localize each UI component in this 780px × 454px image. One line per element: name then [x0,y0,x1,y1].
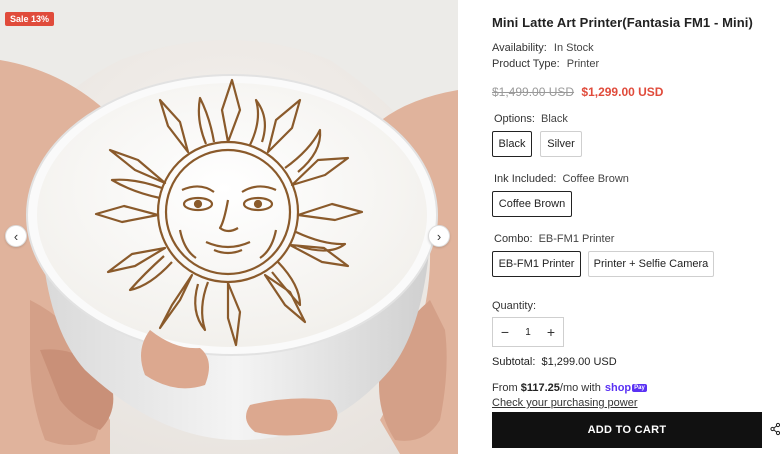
product-type-label: Product Type: [492,58,560,70]
option-name: Options: [494,113,535,125]
option-label-ink: Ink Included: Coffee Brown [494,173,629,185]
gallery-prev-button[interactable]: ‹ [5,225,27,247]
product-type-value: Printer [566,58,600,70]
option-selected: Black [541,113,568,125]
quantity-decrease-button[interactable]: − [493,324,517,340]
quantity-stepper: − 1 + [492,317,564,347]
product-gallery: Sale 13% ‹ › [0,0,458,454]
installments-message: From $117.25/mo with shop Pay [492,382,647,394]
chevron-right-icon: › [436,228,442,244]
option-coffee-brown[interactable]: Coffee Brown [492,191,572,217]
gallery-next-button[interactable]: › [428,225,450,247]
option-selected: EB-FM1 Printer [538,233,615,245]
option-selected: Coffee Brown [562,173,629,185]
option-black[interactable]: Black [492,131,532,157]
product-info: Mini Latte Art Printer(Fantasia FM1 - Mi… [458,0,780,454]
availability-label: Availability: [492,42,547,54]
quantity-label: Quantity: [492,300,537,312]
subtotal-value: $1,299.00 USD [541,356,617,368]
availability-value: In Stock [553,42,594,54]
option-label-color: Options: Black [494,113,568,125]
product-image [0,0,458,454]
subtotal: Subtotal: $1,299.00 USD [492,356,617,368]
price-block: $1,499.00 USD $1,299.00 USD [492,85,663,99]
finance-suffix: /mo with [559,382,601,394]
product-title: Mini Latte Art Printer(Fantasia FM1 - Mi… [492,15,753,30]
sale-price: $1,299.00 USD [581,85,664,99]
option-label-combo: Combo: EB-FM1 Printer [494,233,614,245]
subtotal-label: Subtotal: [492,356,536,368]
share-icon[interactable] [770,422,780,436]
chevron-left-icon: ‹ [13,228,19,244]
quantity-input[interactable]: 1 [525,327,531,338]
shop-pay-badge: Pay [632,384,647,392]
compare-price: $1,499.00 USD [492,85,575,99]
availability: Availability: In Stock [492,42,594,54]
option-printer-selfie-camera[interactable]: Printer + Selfie Camera [588,251,714,277]
option-silver[interactable]: Silver [540,131,582,157]
shop-pay-brand: shop [604,382,632,394]
purchasing-power-link[interactable]: Check your purchasing power [492,397,638,409]
shop-pay-logo: shop Pay [605,382,647,394]
option-name: Combo: [494,233,533,245]
finance-amount: $117.25 [520,382,560,394]
option-eb-fm1-printer[interactable]: EB-FM1 Printer [492,251,581,277]
option-name: Ink Included: [494,173,557,185]
sale-badge: Sale 13% [5,12,55,26]
add-to-cart-button[interactable]: ADD TO CART [492,412,762,448]
quantity-increase-button[interactable]: + [539,324,563,340]
product-type: Product Type: Printer [492,58,599,70]
finance-prefix: From [492,382,518,394]
